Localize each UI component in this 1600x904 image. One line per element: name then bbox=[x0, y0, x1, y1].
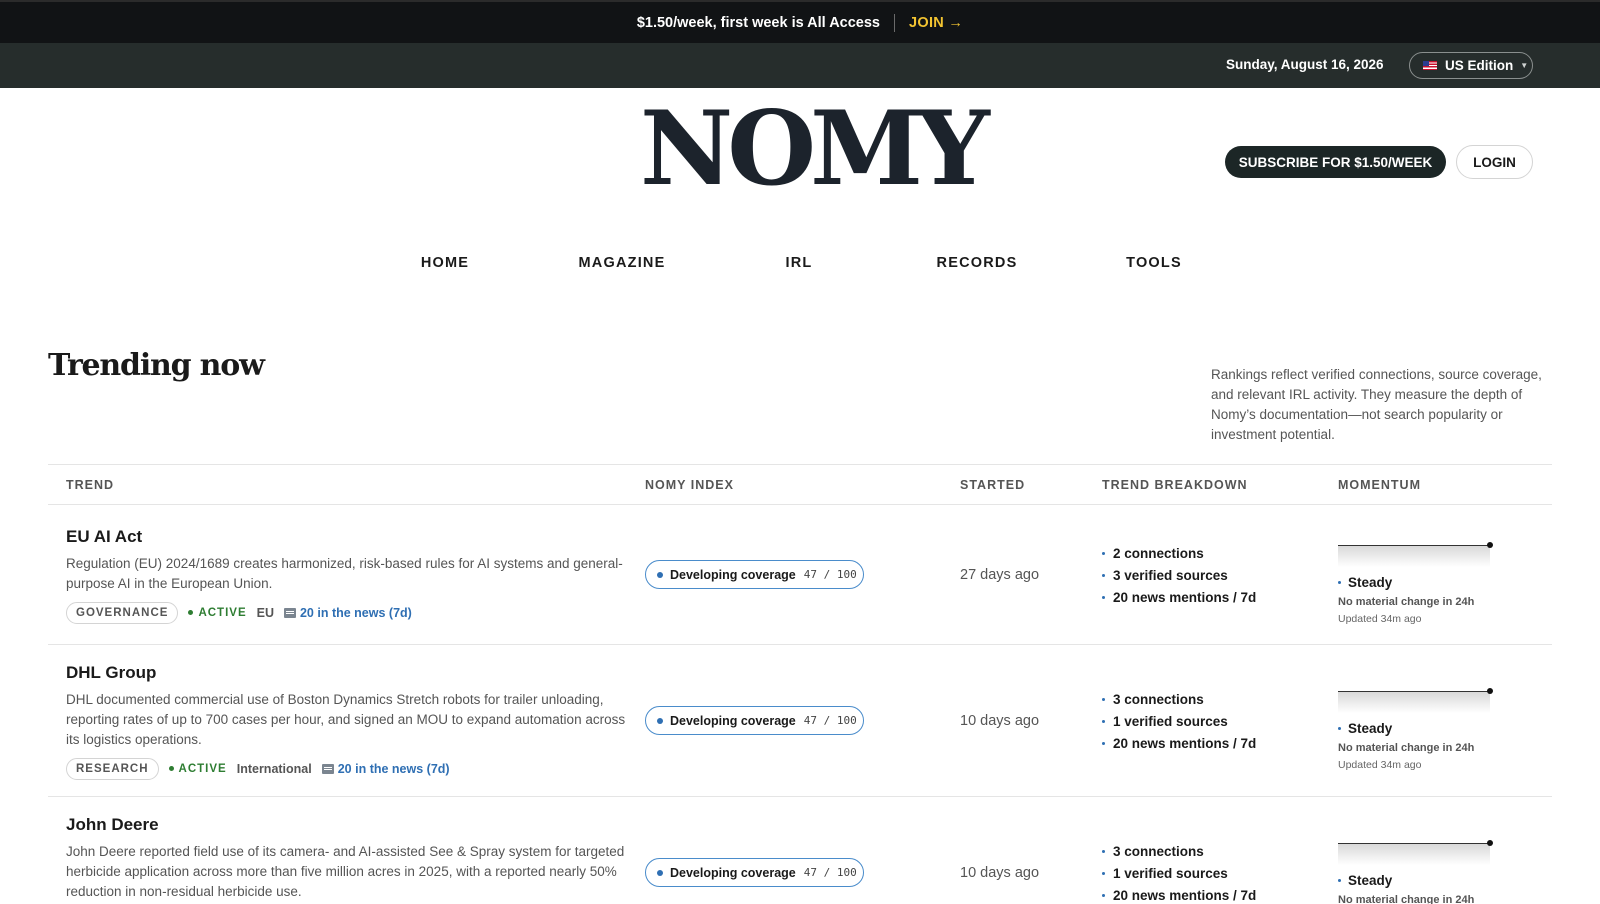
breakdown-item: 3 verified sources bbox=[1102, 564, 1256, 586]
momentum-sparkline bbox=[1338, 840, 1493, 865]
nav-magazine[interactable]: MAGAZINE bbox=[579, 255, 666, 271]
region-label: EU bbox=[256, 606, 274, 620]
rankings-note: Rankings reflect verified connections, s… bbox=[1211, 367, 1542, 442]
category-tag[interactable]: GOVERNANCE bbox=[66, 602, 179, 624]
momentum-sparkline bbox=[1338, 688, 1493, 713]
trend-name[interactable]: John Deere bbox=[66, 815, 159, 835]
status-dot-icon bbox=[657, 717, 663, 724]
newspaper-icon bbox=[321, 764, 334, 774]
breakdown-item: 3 connections bbox=[1102, 688, 1256, 710]
col-started: STARTED bbox=[960, 478, 1026, 492]
trend-breakdown: 3 connections 1 verified sources 20 news… bbox=[1102, 688, 1256, 754]
updated-timestamp: Updated 34m ago bbox=[1338, 613, 1422, 625]
breakdown-item: 2 connections bbox=[1102, 542, 1256, 564]
col-trend: TREND bbox=[66, 478, 115, 492]
breakdown-item: 20 news mentions / 7d bbox=[1102, 732, 1256, 754]
section-title: Trending now bbox=[48, 348, 265, 383]
table-row[interactable]: EU AI Act Regulation (EU) 2024/1689 crea… bbox=[48, 505, 1552, 645]
nomy-index-badge: Developing coverage 47 / 100 bbox=[645, 706, 864, 735]
join-link[interactable]: JOIN → bbox=[909, 15, 963, 31]
breakdown-item: 20 news mentions / 7d bbox=[1102, 884, 1256, 904]
breakdown-item: 1 verified sources bbox=[1102, 862, 1256, 884]
table-row[interactable]: DHL Group DHL documented commercial use … bbox=[48, 645, 1552, 797]
momentum-sparkline bbox=[1338, 542, 1493, 567]
sparkline-end-dot bbox=[1487, 542, 1493, 548]
col-nomy-index: NOMY INDEX bbox=[645, 478, 734, 492]
trend-name[interactable]: DHL Group bbox=[66, 663, 156, 683]
main-nav: HOME MAGAZINE IRL RECORDS TOOLS bbox=[0, 255, 1600, 277]
promo-text: $1.50/week, first week is All Access bbox=[636, 14, 880, 31]
sparkline-end-dot bbox=[1487, 688, 1493, 694]
started-date: 10 days ago bbox=[960, 713, 1040, 729]
us-flag-icon bbox=[1423, 61, 1437, 70]
news-link[interactable]: 20 in the news (7d) bbox=[321, 762, 450, 776]
trend-tags: GOVERNANCE ACTIVE EU 20 in the news (7d) bbox=[66, 602, 412, 624]
momentum-cell: Steady No material change in 24h bbox=[1338, 840, 1498, 904]
trend-tags: RESEARCH ACTIVE International 20 in the … bbox=[66, 758, 450, 780]
trend-breakdown: 2 connections 3 verified sources 20 news… bbox=[1102, 542, 1256, 608]
nav-records[interactable]: RECORDS bbox=[937, 255, 1018, 271]
news-link[interactable]: 20 in the news (7d) bbox=[283, 606, 412, 620]
breakdown-item: 3 connections bbox=[1102, 840, 1256, 862]
nav-irl[interactable]: IRL bbox=[786, 255, 813, 271]
region-label: International bbox=[236, 762, 312, 776]
table-header: TREND NOMY INDEX STARTED TREND BREAKDOWN… bbox=[48, 464, 1552, 505]
started-date: 27 days ago bbox=[960, 567, 1040, 583]
nav-home[interactable]: HOME bbox=[421, 255, 469, 271]
momentum-label: Steady bbox=[1338, 721, 1498, 736]
subscribe-button[interactable]: SUBSCRIBE FOR $1.50/WEEK bbox=[1225, 146, 1446, 178]
col-momentum: MOMENTUM bbox=[1338, 478, 1421, 492]
nomy-index-badge: Developing coverage 47 / 100 bbox=[645, 858, 864, 887]
table-row[interactable]: John Deere John Deere reported field use… bbox=[48, 797, 1552, 904]
promo-divider bbox=[894, 13, 895, 32]
status-dot-icon bbox=[657, 571, 663, 578]
category-tag[interactable]: RESEARCH bbox=[66, 758, 159, 780]
login-button[interactable]: LOGIN bbox=[1456, 145, 1533, 179]
trend-description: John Deere reported field use of its cam… bbox=[66, 844, 625, 899]
chevron-down-icon: ▼ bbox=[1520, 61, 1529, 70]
col-trend-breakdown: TREND BREAKDOWN bbox=[1102, 478, 1248, 492]
current-date: Sunday, August 16, 2026 bbox=[1226, 57, 1384, 72]
nomy-index-badge: Developing coverage 47 / 100 bbox=[645, 560, 864, 589]
status-badge: ACTIVE bbox=[188, 607, 246, 619]
sparkline-end-dot bbox=[1487, 840, 1493, 846]
trend-name[interactable]: EU AI Act bbox=[66, 527, 142, 547]
edition-label: US Edition bbox=[1445, 58, 1514, 73]
edition-selector[interactable]: US Edition ▼ bbox=[1409, 52, 1533, 79]
trend-breakdown: 3 connections 1 verified sources 20 news… bbox=[1102, 840, 1256, 904]
started-date: 10 days ago bbox=[960, 865, 1040, 881]
nav-tools[interactable]: TOOLS bbox=[1126, 255, 1182, 271]
newspaper-icon bbox=[283, 608, 296, 618]
momentum-note: No material change in 24h bbox=[1338, 596, 1475, 608]
site-logo[interactable]: NOMY bbox=[640, 98, 990, 200]
momentum-cell: Steady No material change in 24h Updated… bbox=[1338, 688, 1498, 771]
momentum-label: Steady bbox=[1338, 575, 1498, 590]
status-badge: ACTIVE bbox=[168, 763, 227, 775]
updated-timestamp: Updated 34m ago bbox=[1338, 759, 1422, 771]
trend-description: Regulation (EU) 2024/1689 creates harmon… bbox=[66, 556, 623, 591]
momentum-cell: Steady No material change in 24h Updated… bbox=[1338, 542, 1498, 625]
trend-description: DHL documented commercial use of Boston … bbox=[66, 692, 626, 747]
breakdown-item: 20 news mentions / 7d bbox=[1102, 586, 1256, 608]
edition-bar: Sunday, August 16, 2026 US Edition ▼ bbox=[0, 43, 1600, 88]
momentum-label: Steady bbox=[1338, 873, 1498, 888]
breakdown-item: 1 verified sources bbox=[1102, 710, 1256, 732]
momentum-note: No material change in 24h bbox=[1338, 742, 1475, 754]
momentum-note: No material change in 24h bbox=[1338, 894, 1475, 904]
status-dot-icon bbox=[657, 869, 663, 876]
promo-bar: $1.50/week, first week is All Access JOI… bbox=[0, 0, 1600, 43]
